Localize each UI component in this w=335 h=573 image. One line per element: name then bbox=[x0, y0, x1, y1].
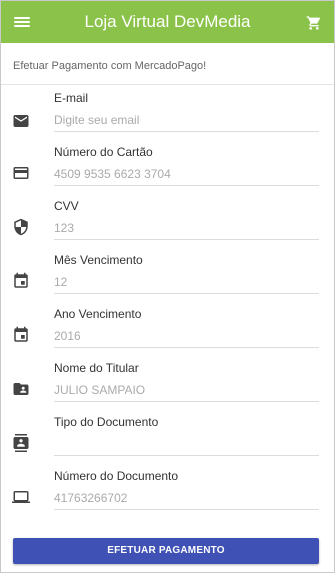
expiry-month-field: Mês Vencimento 12 bbox=[1, 253, 334, 307]
email-label: E-mail bbox=[54, 91, 89, 105]
email-field: E-mail Digite seu email bbox=[1, 91, 334, 145]
cardholder-name-label: Nome do Titular bbox=[54, 361, 139, 375]
expiry-month-underline bbox=[54, 293, 319, 294]
app-title: Loja Virtual DevMedia bbox=[84, 12, 251, 31]
expiry-month-input[interactable]: 12 bbox=[54, 275, 318, 289]
pay-button[interactable]: EFETUAR PAGAMENTO bbox=[13, 538, 319, 564]
calendar-icon bbox=[12, 326, 30, 344]
expiry-year-field: Ano Vencimento 2016 bbox=[1, 307, 334, 361]
expiry-year-input[interactable]: 2016 bbox=[54, 329, 318, 343]
folder-shared-icon bbox=[12, 380, 30, 398]
cardholder-name-field: Nome do Titular JULIO SAMPAIO bbox=[1, 361, 334, 415]
email-underline bbox=[54, 131, 319, 132]
shield-icon bbox=[12, 218, 30, 236]
card-number-input[interactable]: 4509 9535 6623 3704 bbox=[54, 167, 318, 181]
expiry-year-underline bbox=[54, 347, 319, 348]
email-icon bbox=[12, 112, 30, 130]
document-number-input[interactable]: 41763266702 bbox=[54, 491, 318, 505]
cvv-underline bbox=[54, 239, 319, 240]
card-number-label: Número do Cartão bbox=[54, 145, 153, 159]
document-number-underline bbox=[54, 509, 319, 510]
document-number-field: Número do Documento 41763266702 bbox=[1, 469, 334, 523]
divider bbox=[1, 84, 334, 85]
cvv-field: CVV 123 bbox=[1, 199, 334, 253]
cvv-input[interactable]: 123 bbox=[54, 221, 318, 235]
cardholder-name-underline bbox=[54, 401, 319, 402]
expiry-year-label: Ano Vencimento bbox=[54, 307, 142, 321]
computer-icon bbox=[12, 488, 30, 506]
document-type-underline bbox=[54, 455, 319, 456]
email-input[interactable]: Digite seu email bbox=[54, 113, 318, 127]
card-number-field: Número do Cartão 4509 9535 6623 3704 bbox=[1, 145, 334, 199]
document-number-label: Número do Documento bbox=[54, 469, 179, 483]
card-number-underline bbox=[54, 185, 319, 186]
calendar-icon bbox=[12, 272, 30, 290]
app-bar: Loja Virtual DevMedia bbox=[1, 1, 334, 43]
credit-card-icon bbox=[12, 164, 30, 182]
document-type-field: Tipo do Documento bbox=[1, 415, 334, 469]
cardholder-name-input[interactable]: JULIO SAMPAIO bbox=[54, 383, 318, 397]
document-type-label: Tipo do Documento bbox=[54, 415, 159, 429]
app-frame: Loja Virtual DevMedia Efetuar Pagamento … bbox=[0, 0, 335, 573]
cart-icon[interactable] bbox=[306, 15, 322, 31]
page-subtitle: Efetuar Pagamento com MercadoPago! bbox=[13, 60, 207, 72]
cvv-label: CVV bbox=[54, 199, 79, 213]
expiry-month-label: Mês Vencimento bbox=[54, 253, 143, 267]
contacts-icon bbox=[12, 434, 30, 452]
